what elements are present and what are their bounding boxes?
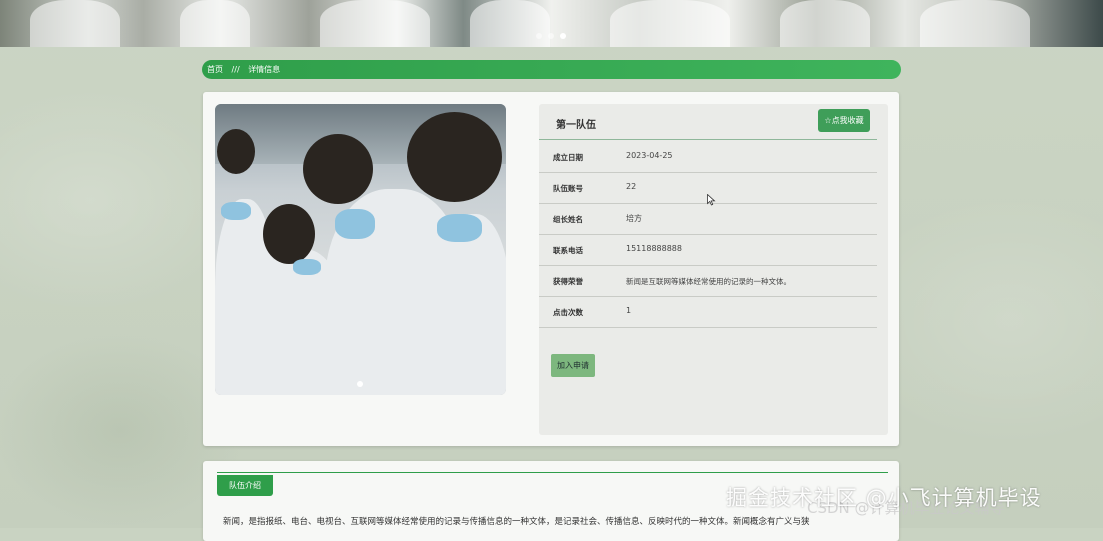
field-value: 2023-04-25: [626, 151, 673, 160]
field-row: 获得荣誉 新闻是互联网等媒体经常使用的记录的一种文体。: [539, 265, 877, 297]
field-row: 组长姓名 培方: [539, 203, 877, 235]
team-detail-card: 第一队伍 ☆点我收藏 成立日期 2023-04-25 队伍账号 22 组长姓名 …: [203, 92, 899, 446]
apply-join-button[interactable]: 加入申请: [551, 354, 595, 377]
mouse-cursor-icon: [707, 194, 716, 206]
team-info-panel: 第一队伍 ☆点我收藏 成立日期 2023-04-25 队伍账号 22 组长姓名 …: [539, 104, 888, 435]
field-value: 22: [626, 182, 637, 191]
carousel-dots: [536, 33, 566, 39]
team-info-header: 第一队伍 ☆点我收藏: [539, 104, 877, 140]
favorite-button[interactable]: ☆点我收藏: [818, 109, 870, 132]
intro-text: 新闻，是指报纸、电台、电视台、互联网等媒体经常使用的记录与传播信息的一种文体，是…: [223, 517, 810, 527]
team-photo: [215, 104, 506, 395]
breadcrumb: 首页 /// 详情信息: [202, 60, 901, 79]
field-value: 新闻是互联网等媒体经常使用的记录的一种文体。: [626, 277, 791, 286]
field-label: 获得荣誉: [553, 277, 583, 286]
field-value: 培方: [626, 214, 642, 223]
breadcrumb-separator: ///: [231, 65, 240, 74]
tab-team-intro[interactable]: 队伍介绍: [217, 475, 273, 496]
field-value: 1: [626, 306, 632, 315]
watermark-juejin: 掘金技术社区 @小飞计算机毕设: [726, 486, 1042, 510]
field-row: 成立日期 2023-04-25: [539, 141, 877, 173]
field-label: 点击次数: [553, 308, 583, 317]
field-label: 成立日期: [553, 153, 583, 162]
carousel-dot-active[interactable]: [560, 33, 566, 39]
carousel-dot[interactable]: [548, 33, 554, 39]
team-name: 第一队伍: [556, 120, 596, 131]
field-label: 组长姓名: [553, 215, 583, 224]
breadcrumb-current: 详情信息: [248, 65, 281, 74]
carousel-dot[interactable]: [536, 33, 542, 39]
breadcrumb-home[interactable]: 首页: [207, 65, 223, 74]
field-row: 联系电话 15118888888: [539, 234, 877, 266]
banner-carousel[interactable]: [0, 0, 1103, 47]
field-label: 队伍账号: [553, 184, 583, 193]
photo-pager-dot[interactable]: [357, 381, 363, 387]
field-row: 点击次数 1: [539, 296, 877, 328]
field-value: 15118888888: [626, 244, 682, 253]
field-label: 联系电话: [553, 246, 583, 255]
intro-divider: [217, 472, 888, 473]
